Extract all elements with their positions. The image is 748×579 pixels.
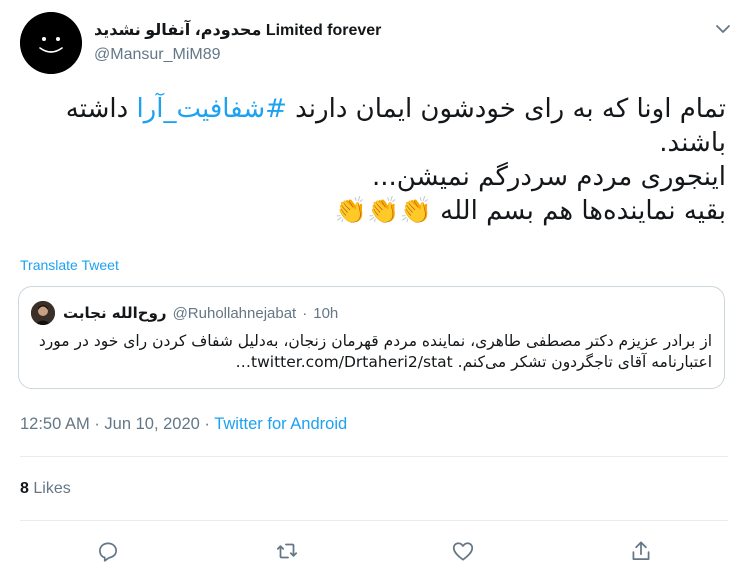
quoted-avatar <box>31 301 55 325</box>
tweet-actions-bar <box>0 538 748 566</box>
quoted-tweet-header: روح‌الله نجابت @Ruhollahnejabat · 10h <box>31 301 338 325</box>
meta-separator: · <box>204 415 215 433</box>
quoted-timestamp: 10h <box>313 304 339 322</box>
tweet-time[interactable]: 12:50 AM <box>20 415 90 433</box>
quoted-author-name: روح‌الله نجابت <box>63 304 167 322</box>
likes-count: 8 <box>20 480 29 497</box>
retweet-icon[interactable] <box>274 538 300 564</box>
tweet-meta: 12:50 AM · Jun 10, 2020 · Twitter for An… <box>20 415 347 434</box>
tweet-text-part: تمام اونا که به رای خودشون ایمان دارند <box>286 94 726 124</box>
quoted-author-handle: @Ruhollahnejabat <box>172 304 297 322</box>
likes-label: Likes <box>33 480 71 497</box>
quoted-tweet-card[interactable]: روح‌الله نجابت @Ruhollahnejabat · 10h از… <box>18 286 725 389</box>
clapping-hands-emoji: 👏👏👏 <box>334 196 432 226</box>
author-display-name[interactable]: محدودم، آنفالو نشدید Limited forever <box>94 20 381 40</box>
likes-count-link[interactable]: 8 Likes <box>20 480 71 498</box>
quoted-tweet-text: از برادر عزیزم دکتر مصطفی طاهری، نماینده… <box>38 332 712 371</box>
translate-tweet-link[interactable]: Translate Tweet <box>20 257 119 273</box>
tweet-text: تمام اونا که به رای خودشون ایمان دارند #… <box>20 92 726 228</box>
chevron-down-icon[interactable] <box>712 18 734 40</box>
author-handle[interactable]: @Mansur_MiM89 <box>94 46 221 64</box>
tweet-source-link[interactable]: Twitter for Android <box>214 415 347 433</box>
divider <box>20 456 728 457</box>
share-icon[interactable] <box>628 538 654 564</box>
hashtag-link[interactable]: #شفافیت_آرا <box>136 94 286 124</box>
tweet-text-part: بقیه نماینده‌ها هم بسم الله <box>431 196 726 226</box>
heart-icon[interactable] <box>450 538 476 564</box>
reply-icon[interactable] <box>95 538 121 564</box>
meta-separator: · <box>94 415 105 433</box>
tweet-line: اینجوری مردم سردرگم نمیشن... <box>371 162 726 192</box>
quoted-separator: · <box>302 304 308 322</box>
user-avatar[interactable] <box>20 12 82 74</box>
divider <box>20 520 728 521</box>
tweet-date[interactable]: Jun 10, 2020 <box>104 415 199 433</box>
